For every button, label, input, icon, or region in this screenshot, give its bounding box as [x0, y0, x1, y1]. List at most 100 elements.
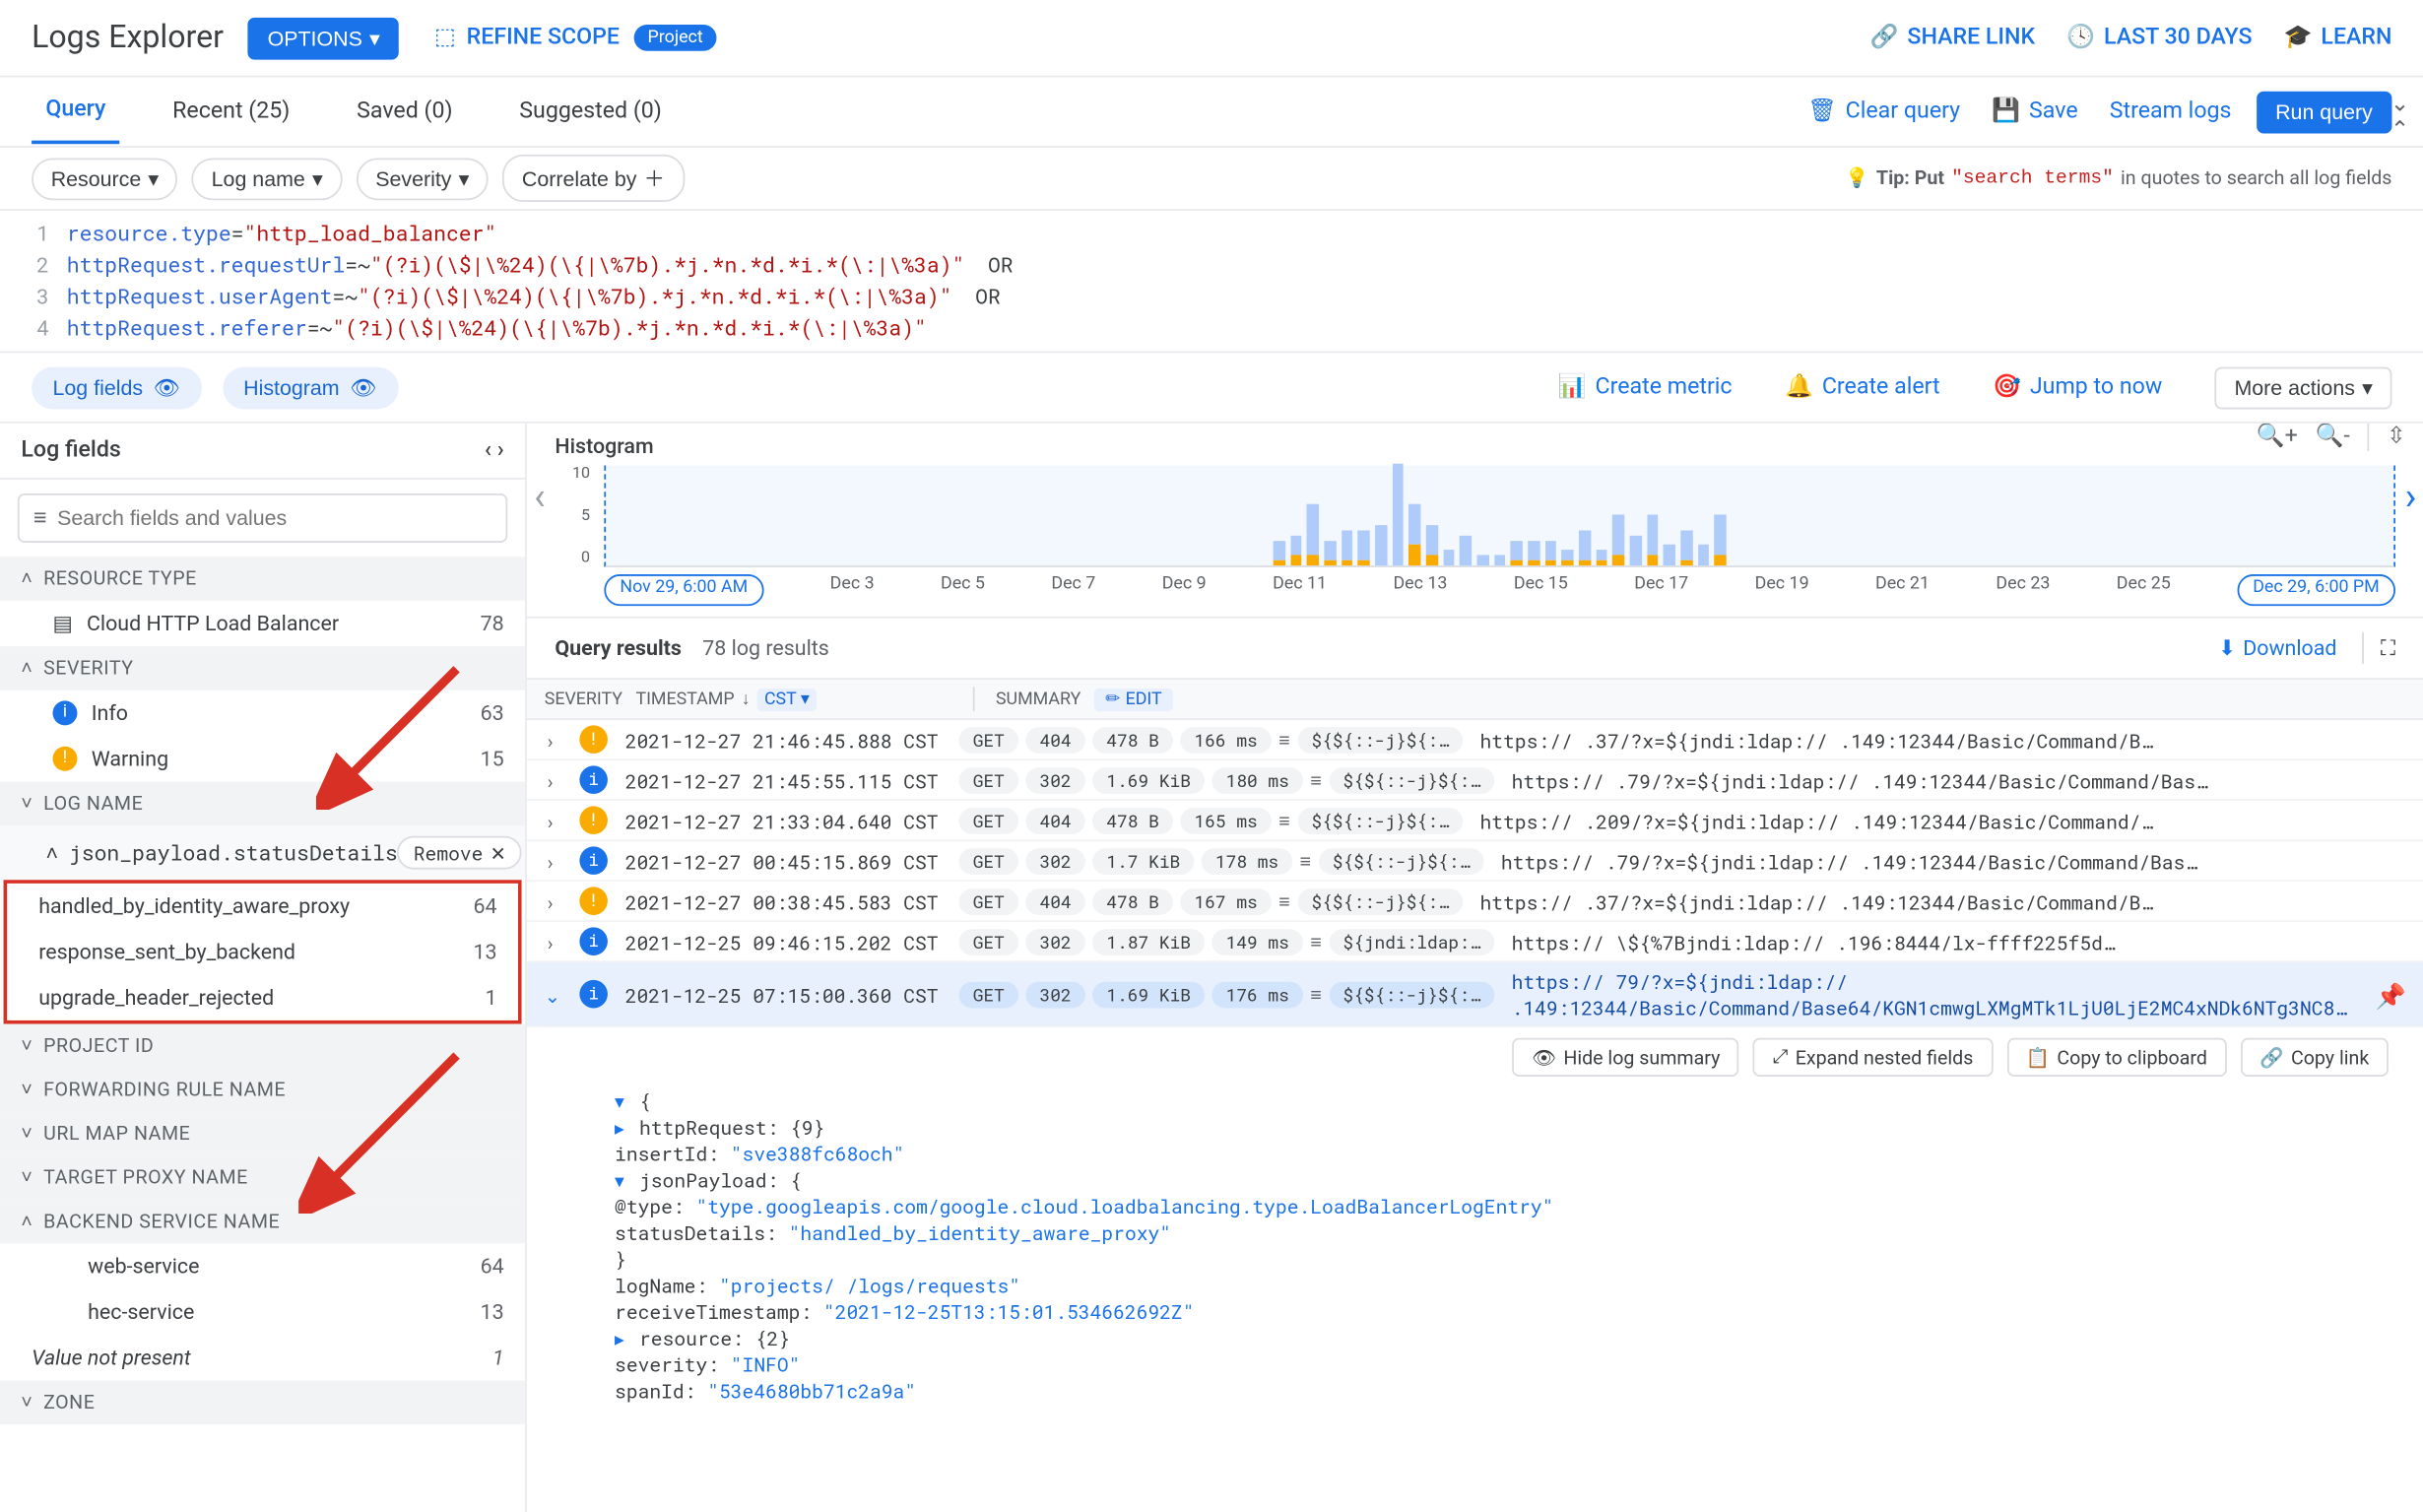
run-query-button[interactable]: Run query: [2256, 91, 2391, 133]
histogram-bar[interactable]: [1274, 540, 1285, 565]
histogram-bar[interactable]: [1324, 540, 1336, 565]
zoom-in-icon[interactable]: 🔍+: [2257, 424, 2298, 452]
histogram-bar[interactable]: [1579, 530, 1591, 565]
section-severity[interactable]: ˄SEVERITY: [0, 646, 525, 690]
histogram-bar[interactable]: [1358, 530, 1370, 565]
tz-chip[interactable]: CST ▾: [757, 688, 817, 710]
log-row[interactable]: ›i2021-12-27 00:45:15.869 CSTGET3021.7 K…: [527, 841, 2423, 882]
time-range[interactable]: 🕓LAST 30 DAYS: [2066, 25, 2252, 51]
expand-icon[interactable]: ›: [545, 847, 562, 874]
histogram-bar[interactable]: [1460, 535, 1472, 565]
histogram-bar[interactable]: [1612, 514, 1624, 565]
filter-logname[interactable]: Log name ▾: [192, 158, 342, 200]
collapse-icon[interactable]: ⌄: [545, 981, 562, 1008]
log-row-selected[interactable]: ⌄i2021-12-25 07:15:00.360 CSTGET3021.69 …: [527, 962, 2423, 1027]
histogram-bar[interactable]: [1715, 514, 1727, 565]
range-start[interactable]: Nov 29, 6:00 AM: [604, 574, 763, 606]
histogram-bar[interactable]: [1647, 514, 1659, 565]
search-input[interactable]: [57, 506, 491, 531]
histogram-next[interactable]: ›: [2405, 476, 2417, 520]
refine-scope-link[interactable]: REFINE SCOPE: [467, 25, 620, 51]
save-query[interactable]: 💾Save: [1992, 99, 2077, 125]
value-not-present[interactable]: Value not present1: [0, 1335, 525, 1380]
section-project-id[interactable]: ˅PROJECT ID: [0, 1023, 525, 1068]
search-fields-box[interactable]: ≡: [18, 493, 507, 543]
log-row[interactable]: ›i2021-12-27 21:45:55.115 CSTGET3021.69 …: [527, 760, 2423, 801]
histogram-bar[interactable]: [1375, 525, 1387, 565]
options-button[interactable]: OPTIONS ▾: [248, 17, 399, 59]
hide-summary-button[interactable]: 👁Hide log summary: [1513, 1038, 1739, 1077]
section-url-map[interactable]: ˅URL MAP NAME: [0, 1112, 525, 1156]
histogram-bar[interactable]: [1477, 556, 1489, 565]
expand-histogram-icon[interactable]: ⇳: [2387, 424, 2405, 452]
col-summary[interactable]: SUMMARY ✏EDIT: [996, 688, 2406, 710]
col-severity[interactable]: SEVERITY: [545, 690, 615, 709]
copy-link-button[interactable]: 🔗Copy link: [2241, 1038, 2389, 1077]
copy-clipboard-button[interactable]: 📋Copy to clipboard: [2006, 1038, 2226, 1077]
histogram-bar[interactable]: [1511, 540, 1523, 565]
histogram-bar[interactable]: [1562, 551, 1574, 565]
query-editor[interactable]: 1resource.type="http_load_balancer" 2htt…: [0, 211, 2423, 353]
clear-query[interactable]: 🗑Clear query: [1807, 99, 1960, 125]
stream-logs[interactable]: Stream logs: [2110, 99, 2232, 125]
expand-editor-icon[interactable]: ⌄⌃: [2390, 92, 2409, 144]
fullscreen-icon[interactable]: ⛶: [2381, 635, 2395, 662]
create-alert[interactable]: 🔔Create alert: [1785, 374, 1940, 401]
share-link[interactable]: 🔗SHARE LINK: [1870, 25, 2035, 51]
be-item-1[interactable]: hec-service13: [0, 1289, 525, 1335]
histogram-bar[interactable]: [1680, 530, 1692, 565]
histogram-prev[interactable]: ‹: [534, 476, 546, 520]
expand-icon[interactable]: ›: [545, 887, 562, 914]
toggle-log-fields[interactable]: Log fields 👁: [32, 366, 201, 409]
section-log-name[interactable]: ˅LOG NAME: [0, 781, 525, 825]
histogram-bar[interactable]: [1290, 535, 1302, 565]
range-end[interactable]: Dec 29, 6:00 PM: [2237, 574, 2395, 606]
expanded-json-payload[interactable]: ˄ json_payload.statusDetails Remove ✕: [0, 825, 525, 880]
expand-nested-button[interactable]: ⤢Expand nested fields: [1753, 1038, 1993, 1077]
section-target-proxy[interactable]: ˅TARGET PROXY NAME: [0, 1155, 525, 1200]
histogram-bar[interactable]: [1698, 545, 1710, 565]
histogram-bar[interactable]: [1342, 530, 1353, 565]
histogram-bar[interactable]: [1426, 525, 1438, 565]
filter-resource[interactable]: Resource ▾: [32, 158, 178, 200]
row-http-lb[interactable]: ▤Cloud HTTP Load Balancer78: [0, 601, 525, 646]
expand-icon[interactable]: ›: [545, 807, 562, 833]
tab-suggested[interactable]: Suggested (0): [505, 81, 676, 142]
more-actions[interactable]: More actions ▾: [2215, 366, 2392, 409]
create-metric[interactable]: 📊Create metric: [1558, 374, 1733, 401]
jp-item-1[interactable]: response_sent_by_backend13: [7, 929, 518, 974]
histogram-bar[interactable]: [1443, 551, 1455, 565]
section-resource-type[interactable]: ˄RESOURCE TYPE: [0, 557, 525, 601]
jump-to-now[interactable]: 🎯Jump to now: [1993, 374, 2162, 401]
histogram-bar[interactable]: [1664, 545, 1675, 565]
zoom-out-icon[interactable]: 🔍-: [2316, 424, 2350, 452]
row-sev-warn[interactable]: !Warning15: [0, 736, 525, 781]
collapse-icon[interactable]: ‹ ›: [485, 437, 504, 464]
log-row[interactable]: ›!2021-12-27 21:33:04.640 CSTGET404478 B…: [527, 801, 2423, 841]
expand-icon[interactable]: ›: [545, 766, 562, 793]
jp-item-0[interactable]: handled_by_identity_aware_proxy64: [7, 884, 518, 929]
expand-icon[interactable]: ›: [545, 928, 562, 954]
section-backend-service[interactable]: ˄BACKEND SERVICE NAME: [0, 1200, 525, 1244]
histogram-bar[interactable]: [1307, 504, 1319, 565]
be-item-0[interactable]: web-service64: [0, 1243, 525, 1288]
tab-recent[interactable]: Recent (25): [159, 81, 304, 142]
section-fwd-rule[interactable]: ˅FORWARDING RULE NAME: [0, 1068, 525, 1112]
histogram-bar[interactable]: [1409, 504, 1421, 565]
histogram-bar[interactable]: [1596, 551, 1607, 565]
filter-correlate[interactable]: Correlate by ＋: [502, 155, 684, 202]
remove-chip[interactable]: Remove ✕: [398, 836, 522, 870]
tab-saved[interactable]: Saved (0): [343, 81, 467, 142]
pin-icon[interactable]: 📌: [2376, 977, 2406, 1011]
log-row[interactable]: ›!2021-12-27 00:38:45.583 CSTGET404478 B…: [527, 882, 2423, 922]
histogram-bar[interactable]: [1630, 535, 1642, 565]
tab-query[interactable]: Query: [32, 79, 120, 144]
histogram-bar[interactable]: [1528, 540, 1539, 565]
scope-chip[interactable]: Project: [633, 25, 717, 51]
col-timestamp[interactable]: TIMESTAMP ↓ CST ▾: [635, 688, 951, 710]
jp-item-2[interactable]: upgrade_header_rejected1: [7, 975, 518, 1020]
learn-link[interactable]: 🎓LEARN: [2284, 25, 2392, 51]
log-row[interactable]: ›!2021-12-27 21:46:45.888 CSTGET404478 B…: [527, 720, 2423, 760]
histogram-bar[interactable]: [1494, 556, 1506, 565]
section-zone[interactable]: ˅ZONE: [0, 1380, 525, 1424]
